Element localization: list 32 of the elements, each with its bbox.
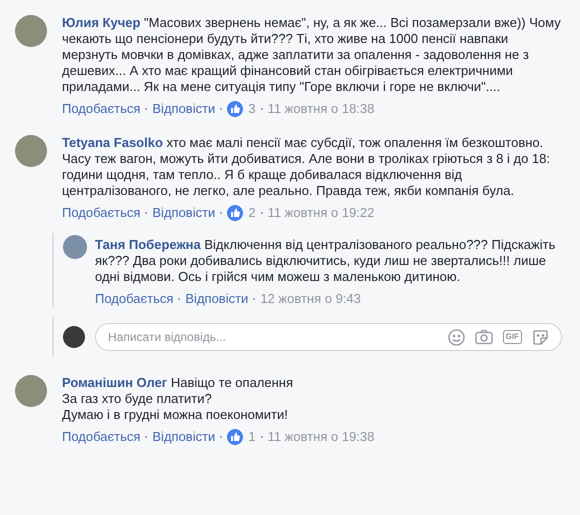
gif-button[interactable]: GIF (502, 330, 522, 344)
comment-time[interactable]: 11 жовтня о 19:38 (268, 429, 374, 445)
comment-text: Таня Побережна Відключення від централізованого реально??? Підскажіть як??? Два роки добивались відключитись, куди лиш не звертались!!! лише одні відмови. Ось і грійся чим можеш з маленькою дитиною. (95, 237, 556, 285)
like-link[interactable]: Подобається (62, 429, 140, 445)
reply-input[interactable]: Написати відповідь... GIF (95, 323, 562, 351)
comment-text: Юлия Кучер "Масових звернень немає", ну, а як же... Всі позамерзали вже)) Чому чекають що пенсіонери будуть йти??? Ті, хто живе на 1000 пенсії навпаки мерзнуть мовчки в домівках, адже заплатити за опалення - задоволення не з дешевих... А хто має кращий фінансовий стан обігрівається електричними приладами... Як на мене ситуація типу "Горе включи і горе не включи".... (62, 15, 562, 95)
reply-link[interactable]: Відповісти (185, 291, 248, 307)
camera-icon[interactable] (474, 329, 493, 345)
comment-time[interactable]: 12 жовтня о 9:43 (260, 291, 361, 307)
smiley-icon[interactable] (448, 328, 465, 346)
comment-text: Романішин Олег Навіщо те опалення За газ хто буде платити? Думаю і в грудні можна поекономити! (62, 375, 294, 423)
avatar[interactable] (15, 15, 47, 47)
sticker-icon[interactable] (532, 328, 549, 346)
like-count: 2 (248, 205, 256, 221)
comment-time[interactable]: 11 жовтня о 19:22 (268, 205, 374, 221)
reply-link[interactable]: Відповісти (152, 205, 216, 221)
avatar[interactable] (15, 135, 47, 167)
comment-time[interactable]: 11 жовтня о 18:38 (268, 101, 374, 117)
comment-text: Tetyana Fasolko хто має малі пенсії має субсдії, тож опалення їм безкоштовно. Часу теж вагон, можуть йти добиватися. Але вони в троліках гріються з 8 і до 18: години щодня, там тепло.. Я б краще добивалася відключення від централізованого, не легко, але реально. Правда теж, якби компанія була. (62, 135, 551, 199)
like-link[interactable]: Подобається (95, 291, 174, 307)
like-count: 3 (248, 101, 256, 117)
thumbs-up-icon (227, 205, 244, 221)
like-link[interactable]: Подобається (62, 205, 140, 221)
reply-link[interactable]: Відповісти (152, 429, 216, 445)
like-count: 1 (248, 429, 256, 445)
thumbs-up-icon (227, 101, 244, 117)
avatar[interactable] (63, 235, 87, 259)
avatar (63, 326, 85, 348)
like-link[interactable]: Подобається (62, 101, 140, 117)
avatar[interactable] (15, 375, 47, 407)
thumbs-up-icon (227, 429, 244, 445)
reply-link[interactable]: Відповісти (152, 101, 216, 117)
